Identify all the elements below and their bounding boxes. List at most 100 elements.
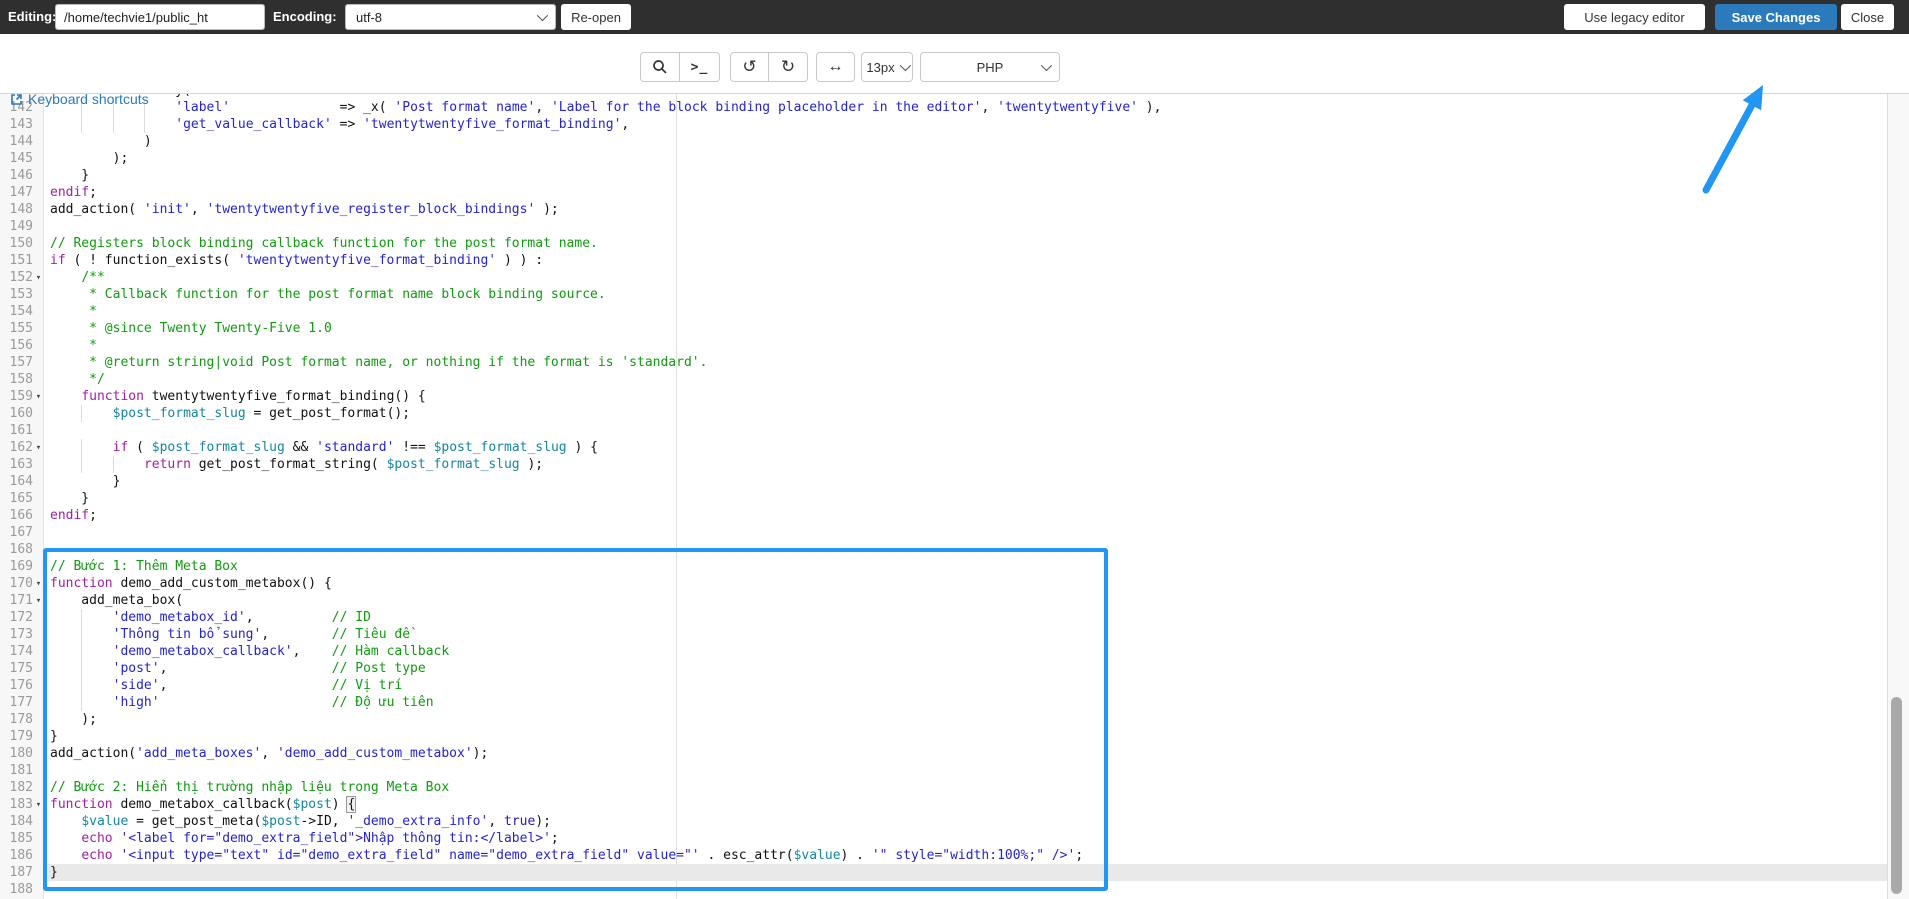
terminal-button[interactable]: >_ (680, 52, 720, 82)
gutter-line[interactable]: 174 (0, 643, 44, 660)
save-changes-button[interactable]: Save Changes (1715, 4, 1837, 30)
gutter-line[interactable]: 161 (0, 422, 44, 439)
gutter-line[interactable]: 172 (0, 609, 44, 626)
code-line-148[interactable]: add_action( 'init', 'twentytwentyfive_re… (45, 201, 1887, 218)
code-line-143[interactable]: 'get_value_callback' => 'twentytwentyfiv… (45, 116, 1887, 133)
close-button[interactable]: Close (1841, 4, 1894, 30)
gutter-line[interactable]: 160 (0, 405, 44, 422)
code-line-184[interactable]: $value = get_post_meta($post->ID, '_demo… (45, 813, 1887, 830)
gutter-line[interactable]: 151 (0, 252, 44, 269)
gutter-line[interactable]: 171 ▾ (0, 592, 44, 609)
gutter-line[interactable]: 186 (0, 847, 44, 864)
code-line-175[interactable]: 'post', // Post type (45, 660, 1887, 677)
gutter-line[interactable]: 181 (0, 762, 44, 779)
gutter-line[interactable]: 175 (0, 660, 44, 677)
undo-button[interactable]: ↺ (730, 52, 769, 82)
legacy-editor-button[interactable]: Use legacy editor (1564, 4, 1705, 30)
encoding-select[interactable]: utf-8 (345, 4, 556, 30)
gutter-line[interactable]: 144 (0, 133, 44, 150)
code-line-142[interactable]: 'label' => _x( 'Post format name', 'Labe… (45, 99, 1887, 116)
gutter-line[interactable]: 146 (0, 167, 44, 184)
gutter-line[interactable]: 173 (0, 626, 44, 643)
code-line-162[interactable]: if ( $post_format_slug && 'standard' !==… (45, 439, 1887, 456)
fold-arrow-icon[interactable]: ▾ (33, 579, 44, 589)
code-line-167[interactable] (45, 524, 1887, 541)
code-line-176[interactable]: 'side', // Vị trí (45, 677, 1887, 694)
scrollbar-thumb[interactable] (1891, 697, 1902, 894)
code-editor[interactable]: 141142143144145146147148149150151152▾153… (0, 94, 1909, 899)
gutter-line[interactable]: 152 ▾ (0, 269, 44, 286)
code-line-158[interactable]: */ (45, 371, 1887, 388)
gutter-line[interactable]: 164 (0, 473, 44, 490)
gutter-line[interactable]: 163 (0, 456, 44, 473)
gutter-line[interactable]: 180 (0, 745, 44, 762)
gutter-line[interactable]: 157 (0, 354, 44, 371)
file-path-input[interactable] (55, 4, 265, 30)
fold-arrow-icon[interactable]: ▾ (33, 273, 44, 283)
gutter-line[interactable]: 176 (0, 677, 44, 694)
language-select[interactable]: PHP (920, 52, 1060, 82)
reopen-button[interactable]: Re-open (561, 4, 631, 30)
code-line-169[interactable]: // Bước 1: Thêm Meta Box (45, 558, 1887, 575)
gutter-line[interactable]: 147 (0, 184, 44, 201)
code-line-165[interactable]: } (45, 490, 1887, 507)
code-line-177[interactable]: 'high' // Độ ưu tiên (45, 694, 1887, 711)
gutter-line[interactable]: 155 (0, 320, 44, 337)
code-line-152[interactable]: /** (45, 269, 1887, 286)
gutter-line[interactable]: 187 (0, 864, 44, 881)
code-line-187[interactable]: } (45, 864, 1887, 881)
gutter-line[interactable]: 185 (0, 830, 44, 847)
code-line-149[interactable] (45, 218, 1887, 235)
vertical-scrollbar[interactable] (1887, 94, 1909, 899)
code-line-168[interactable] (45, 541, 1887, 558)
redo-button[interactable]: ↻ (769, 52, 808, 82)
code-line-146[interactable]: } (45, 167, 1887, 184)
code-line-161[interactable] (45, 422, 1887, 439)
code-line-185[interactable]: echo '<label for="demo_extra_field">Nhập… (45, 830, 1887, 847)
fold-arrow-icon[interactable]: ▾ (33, 443, 44, 453)
search-button[interactable] (640, 52, 680, 82)
gutter-line[interactable]: 177 (0, 694, 44, 711)
gutter-line[interactable]: 162 ▾ (0, 439, 44, 456)
code-line-157[interactable]: * @return string|void Post format name, … (45, 354, 1887, 371)
code-line-164[interactable]: } (45, 473, 1887, 490)
code-line-153[interactable]: * Callback function for the post format … (45, 286, 1887, 303)
code-line-145[interactable]: ); (45, 150, 1887, 167)
code-line-181[interactable] (45, 762, 1887, 779)
gutter-line[interactable]: 153 (0, 286, 44, 303)
gutter-line[interactable]: 166 (0, 507, 44, 524)
gutter-line[interactable]: 165 (0, 490, 44, 507)
code-line-150[interactable]: // Registers block binding callback func… (45, 235, 1887, 252)
code-line-179[interactable]: } (45, 728, 1887, 745)
gutter-line[interactable]: 148 (0, 201, 44, 218)
code-line-166[interactable]: endif; (45, 507, 1887, 524)
gutter-line[interactable]: 168 (0, 541, 44, 558)
code-line-174[interactable]: 'demo_metabox_callback', // Hàm callback (45, 643, 1887, 660)
code-line-144[interactable]: ) (45, 133, 1887, 150)
gutter-line[interactable]: 150 (0, 235, 44, 252)
gutter-line[interactable]: 184 (0, 813, 44, 830)
gutter-line[interactable]: 159 ▾ (0, 388, 44, 405)
gutter-line[interactable]: 145 (0, 150, 44, 167)
code-line-171[interactable]: add_meta_box( (45, 592, 1887, 609)
fold-arrow-icon[interactable]: ▾ (33, 800, 44, 810)
code-line-172[interactable]: 'demo_metabox_id', // ID (45, 609, 1887, 626)
code-line-186[interactable]: echo '<input type="text" id="demo_extra_… (45, 847, 1887, 864)
fold-arrow-icon[interactable]: ▾ (33, 596, 44, 606)
code-line-188[interactable] (45, 881, 1887, 898)
code-line-147[interactable]: endif; (45, 184, 1887, 201)
code-line-159[interactable]: function twentytwentyfive_format_binding… (45, 388, 1887, 405)
gutter-line[interactable]: 169 (0, 558, 44, 575)
code-line-170[interactable]: function demo_add_custom_metabox() { (45, 575, 1887, 592)
gutter-line[interactable]: 167 (0, 524, 44, 541)
code-line-154[interactable]: * (45, 303, 1887, 320)
code-area[interactable]: array( 'label' => _x( 'Post format name'… (45, 94, 1887, 899)
gutter-line[interactable]: 182 (0, 779, 44, 796)
gutter-line[interactable]: 183 ▾ (0, 796, 44, 813)
gutter-line[interactable]: 154 (0, 303, 44, 320)
wrap-toggle-button[interactable]: ↔ (816, 52, 855, 82)
code-line-173[interactable]: 'Thông tin bổ sung', // Tiêu đề (45, 626, 1887, 643)
code-line-178[interactable]: ); (45, 711, 1887, 728)
code-line-156[interactable]: * (45, 337, 1887, 354)
gutter-line[interactable]: 179 (0, 728, 44, 745)
